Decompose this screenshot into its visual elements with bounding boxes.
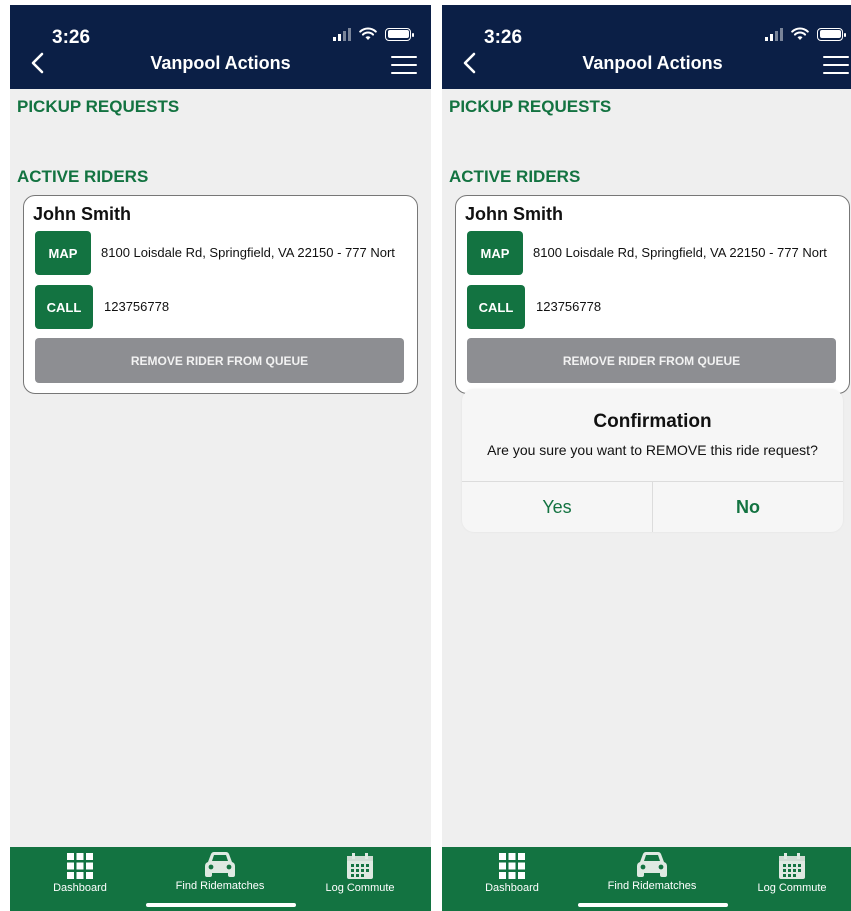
rider-phone: 123756778 [536,299,602,314]
home-indicator [146,903,296,907]
signal-icon [765,27,783,41]
call-button[interactable]: CALL [467,285,525,329]
screen-before-confirmation: 3:26 Vanpool Actions PICKUP REQUESTS ACT… [10,5,431,911]
call-button[interactable]: CALL [35,285,93,329]
no-button[interactable]: No [653,482,843,532]
rider-name: John Smith [465,204,563,224]
tab-label: Dashboard [53,882,107,894]
tab-find-ridematches[interactable]: Find Ridematches [150,847,290,911]
calendar-icon [779,853,805,879]
screens: 3:26 Vanpool Actions PICKUP REQUESTS ACT… [0,0,851,911]
car-icon [205,852,235,877]
rider-address: 8100 Loisdale Rd, Springfield, VA 22150 … [101,245,395,260]
bottom-tab-bar: Dashboard Find Ridematches Log Commute [10,847,431,911]
grid-icon [67,853,93,879]
tab-label: Dashboard [485,882,539,894]
rider-card: John Smith MAP 8100 Loisdale Rd, Springf… [455,195,850,394]
rider-name: John Smith [33,204,131,224]
battery-icon [385,27,414,41]
yes-button[interactable]: Yes [462,482,652,532]
calendar-icon [347,853,373,879]
tab-label: Find Ridematches [607,880,697,892]
map-button[interactable]: MAP [35,231,91,275]
pickup-requests-heading: PICKUP REQUESTS [17,97,180,116]
tab-dashboard[interactable]: Dashboard [10,847,150,911]
active-riders-heading: ACTIVE RIDERS [17,167,149,186]
pickup-requests-heading: PICKUP REQUESTS [449,97,612,116]
battery-icon [817,27,846,41]
rider-phone: 123756778 [104,299,170,314]
tab-find-ridematches[interactable]: Find Ridematches [582,847,722,911]
tab-dashboard[interactable]: Dashboard [442,847,582,911]
map-button[interactable]: MAP [467,231,523,275]
rider-card: John Smith MAP 8100 Loisdale Rd, Springf… [23,195,418,394]
wifi-icon [359,27,377,40]
tab-label: Log Commute [325,882,395,894]
dialog-message: Are you sure you want to REMOVE this rid… [487,442,818,458]
top-nav-bar: 3:26 Vanpool Actions [10,5,431,89]
tab-label: Log Commute [757,882,827,894]
confirmation-dialog: Confirmation Are you sure you want to RE… [462,389,843,532]
grid-icon [499,853,525,879]
tab-log-commute[interactable]: Log Commute [722,847,851,911]
status-icons [333,27,414,41]
page-title: Vanpool Actions [150,53,291,73]
tab-log-commute[interactable]: Log Commute [290,847,430,911]
hamburger-menu-icon[interactable] [823,56,849,74]
dialog-title: Confirmation [593,411,712,432]
top-nav-bar: 3:26 Vanpool Actions [442,5,851,89]
remove-rider-button[interactable]: REMOVE RIDER FROM QUEUE [467,338,836,383]
page-title: Vanpool Actions [582,53,723,73]
car-icon [637,852,667,877]
status-time: 3:26 [484,27,523,48]
wifi-icon [791,27,809,40]
tab-label: Find Ridematches [175,880,265,892]
remove-rider-button[interactable]: REMOVE RIDER FROM QUEUE [35,338,404,383]
screen-with-confirmation: 3:26 Vanpool Actions PICKUP REQUESTS ACT… [442,5,851,911]
signal-icon [333,27,351,41]
bottom-tab-bar: Dashboard Find Ridematches Log Commute [442,847,851,911]
active-riders-heading: ACTIVE RIDERS [449,167,581,186]
status-time: 3:26 [52,27,91,48]
hamburger-menu-icon[interactable] [391,56,417,74]
rider-address: 8100 Loisdale Rd, Springfield, VA 22150 … [533,245,827,260]
home-indicator [578,903,728,907]
status-icons [765,27,846,41]
